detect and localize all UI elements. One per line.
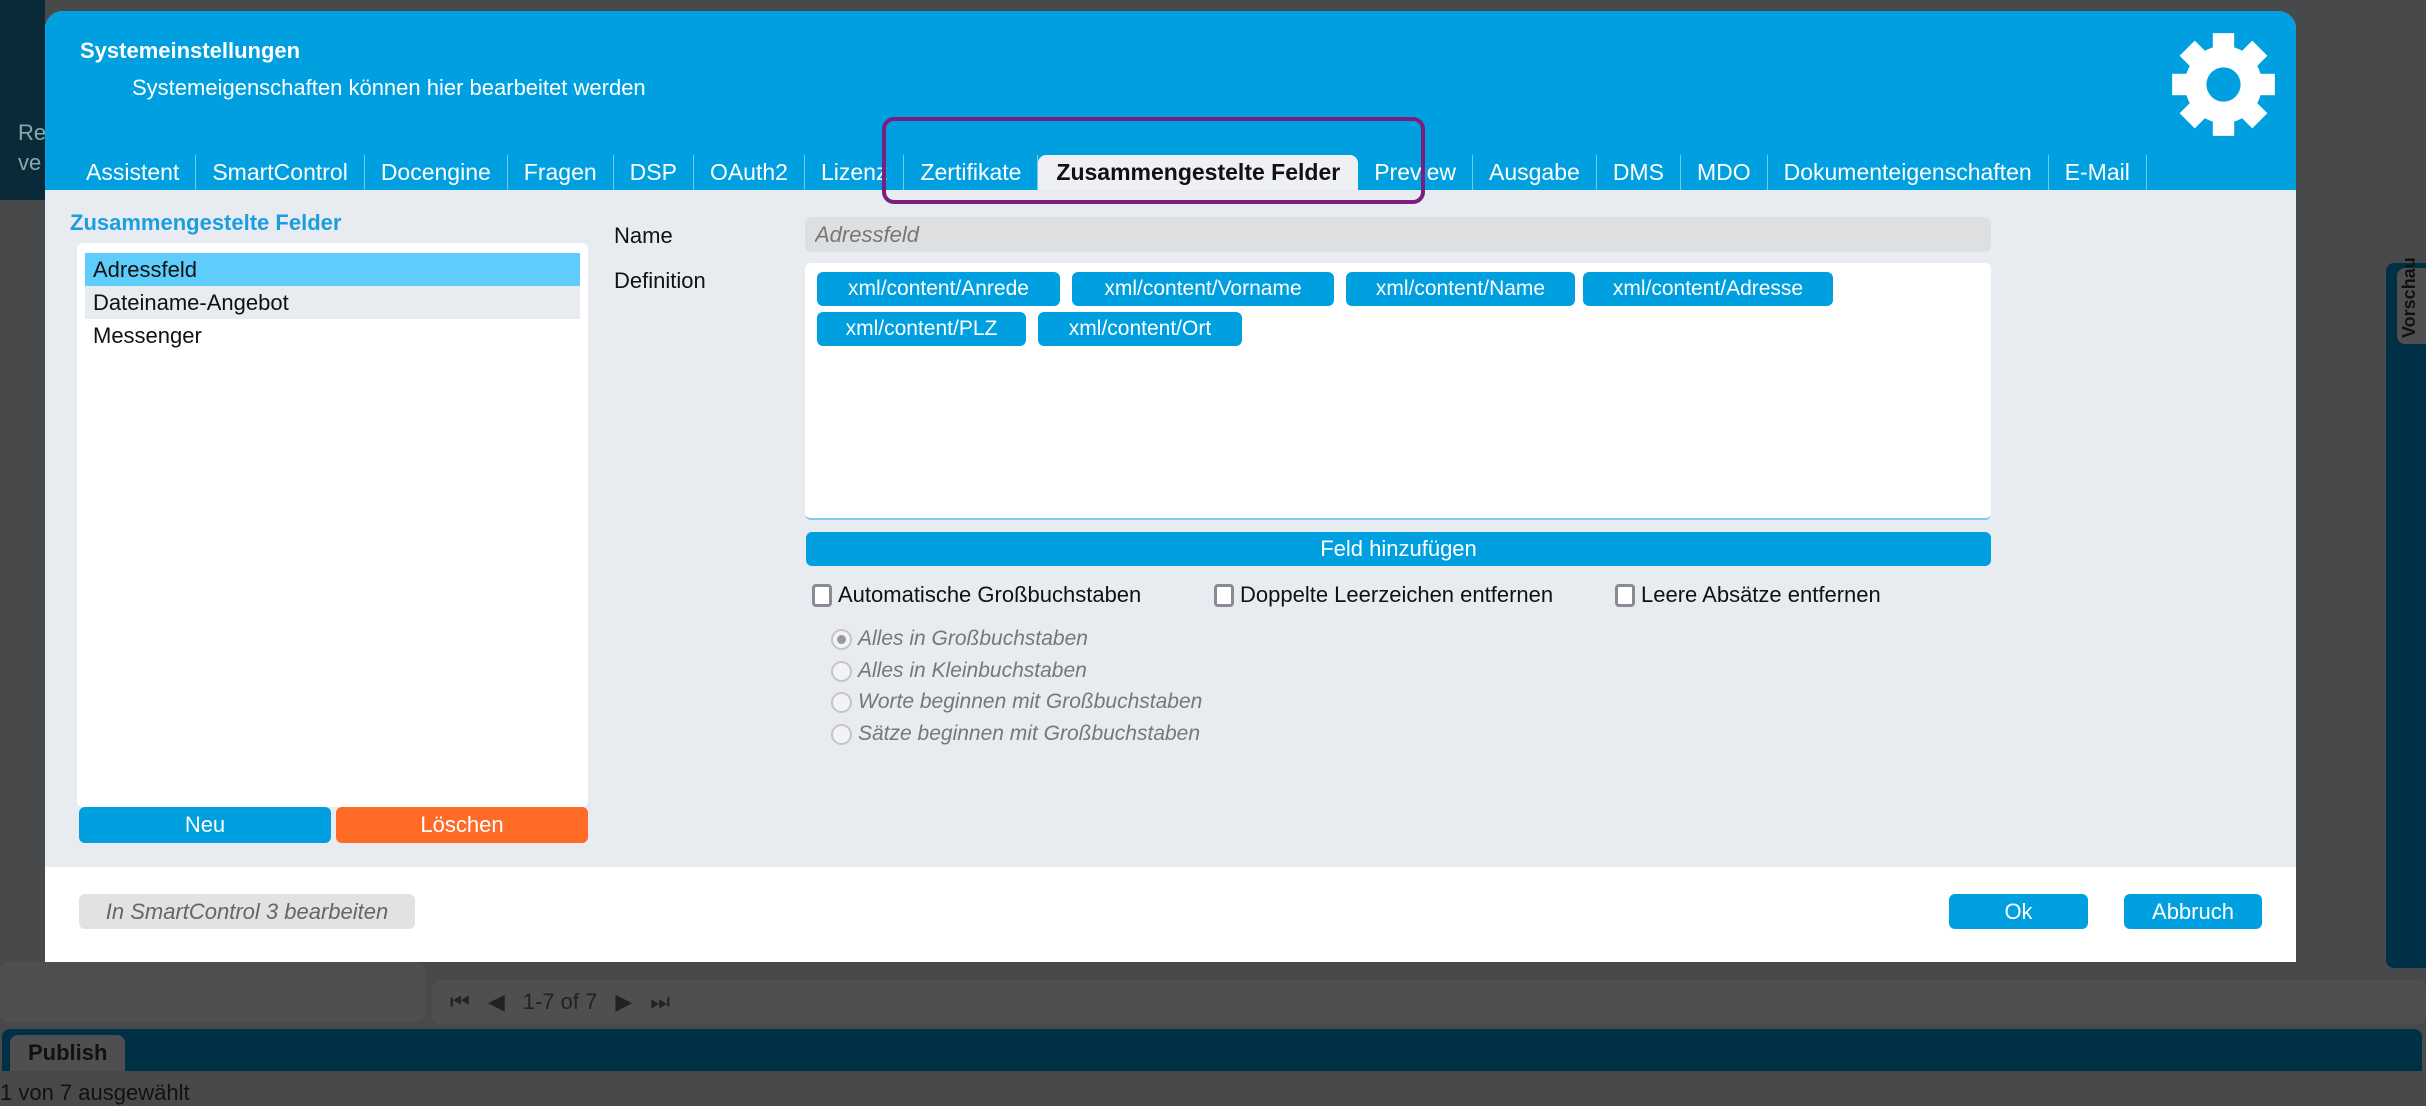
checkbox-icon[interactable] (812, 583, 832, 607)
radio-all-uppercase[interactable]: Alles in Großbuchstaben (831, 627, 1088, 651)
checkbox-auto-uppercase[interactable]: Automatische Großbuchstaben (812, 582, 1141, 608)
radio-icon[interactable] (831, 628, 852, 650)
status-text: 1 von 7 ausgewählt (0, 1080, 190, 1105)
left-panel-title: Zusammengestelte Felder (70, 210, 342, 235)
highlight-annotation (882, 117, 1425, 204)
list-item[interactable]: Messenger (85, 319, 580, 352)
first-page-icon[interactable]: ⏮ (450, 989, 470, 1015)
ok-button[interactable]: Ok (1949, 894, 2088, 929)
field-chip[interactable]: xml/content/Anrede (817, 272, 1060, 306)
background-left-panel (0, 962, 425, 1022)
side-panel: Vorschau (2386, 257, 2426, 968)
radio-sentences-capitalized[interactable]: Sätze beginnen mit Großbuchstaben (831, 722, 1200, 746)
pager-text: 1-7 of 7 (522, 989, 598, 1014)
checkbox-empty-paragraphs[interactable]: Leere Absätze entfernen (1615, 582, 1881, 608)
add-field-button[interactable]: Feld hinzufügen (806, 532, 1991, 566)
tab-dsp[interactable]: DSP (614, 155, 694, 190)
prev-page-icon[interactable]: ◀ (488, 989, 505, 1015)
radio-words-capitalized[interactable]: Worte beginnen mit Großbuchstaben (831, 690, 1202, 714)
dialog-title: Systemeinstellungen (80, 38, 301, 63)
tab-mdo[interactable]: MDO (1681, 155, 1768, 190)
field-chip[interactable]: xml/content/Name (1346, 272, 1575, 306)
radio-icon[interactable] (831, 691, 852, 713)
background-pager: ⏮ ◀ 1-7 of 7 ▶ ⏭ (432, 980, 2426, 1024)
tab-fragen[interactable]: Fragen (508, 155, 614, 190)
last-page-icon[interactable]: ⏭ (650, 989, 670, 1015)
tab-docengine[interactable]: Docengine (365, 155, 508, 190)
list-item[interactable]: Dateiname-Angebot (85, 286, 580, 319)
edit-in-smartcontrol-button[interactable]: In SmartControl 3 bearbeiten (79, 894, 415, 929)
list-item[interactable]: Adressfeld (85, 253, 580, 286)
checkbox-icon[interactable] (1214, 583, 1234, 607)
cancel-button[interactable]: Abbruch (2124, 894, 2262, 929)
field-chip[interactable]: xml/content/Ort (1038, 312, 1242, 346)
next-page-icon[interactable]: ▶ (615, 989, 632, 1015)
definition-label: Definition (614, 268, 706, 293)
publish-bar: Publish (2, 1029, 2422, 1071)
gear-icon (2172, 33, 2275, 136)
tab-oauth2[interactable]: OAuth2 (694, 155, 805, 190)
tab-email[interactable]: E-Mail (2049, 155, 2147, 190)
publish-tab[interactable]: Publish (10, 1035, 126, 1071)
field-chip[interactable]: xml/content/Adresse (1583, 272, 1833, 306)
dialog-subtitle: Systemeigenschaften können hier bearbeit… (132, 75, 646, 100)
tab-dms[interactable]: DMS (1597, 155, 1681, 190)
name-label: Name (614, 223, 673, 248)
tab-smartcontrol[interactable]: SmartControl (196, 155, 365, 190)
new-button[interactable]: Neu (79, 807, 331, 843)
definition-box[interactable]: xml/content/Anrede xml/content/Vorname x… (805, 263, 1991, 520)
tab-assistent[interactable]: Assistent (70, 155, 197, 190)
background-text-fragment: Re ve (18, 120, 47, 175)
radio-icon[interactable] (831, 660, 852, 682)
checkbox-icon[interactable] (1615, 583, 1635, 607)
field-chip[interactable]: xml/content/PLZ (817, 312, 1026, 346)
field-list[interactable]: Adressfeld Dateiname-Angebot Messenger (77, 243, 588, 807)
name-input[interactable] (805, 217, 1991, 252)
tab-dokumenteigenschaften[interactable]: Dokumenteigenschaften (1768, 155, 2049, 190)
vorschau-tab[interactable]: Vorschau (2397, 257, 2426, 344)
delete-button[interactable]: Löschen (336, 807, 588, 843)
tab-ausgabe[interactable]: Ausgabe (1473, 155, 1597, 190)
dialog-footer: In SmartControl 3 bearbeiten Ok Abbruch (45, 867, 2296, 962)
checkbox-double-spaces[interactable]: Doppelte Leerzeichen entfernen (1214, 582, 1553, 608)
radio-all-lowercase[interactable]: Alles in Kleinbuchstaben (831, 659, 1087, 683)
radio-icon[interactable] (831, 723, 852, 745)
field-chip[interactable]: xml/content/Vorname (1072, 272, 1334, 306)
